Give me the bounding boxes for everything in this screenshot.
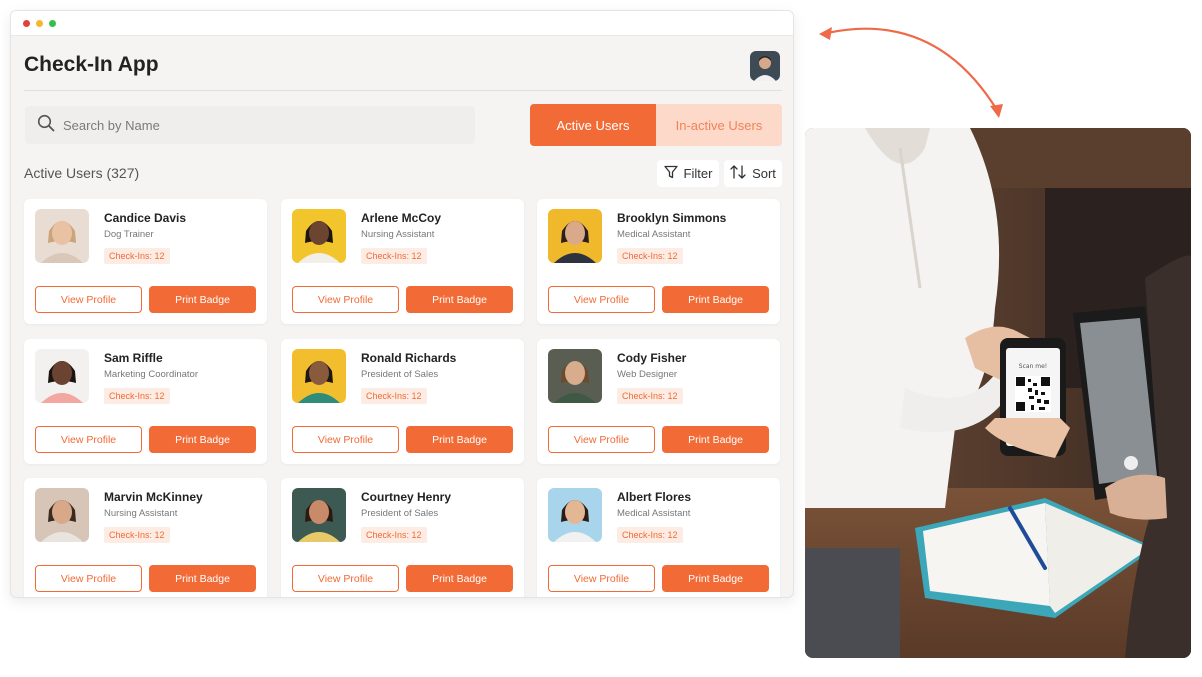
print-badge-button[interactable]: Print Badge [406, 565, 513, 592]
user-role: Marketing Coordinator [104, 369, 198, 380]
user-role: Dog Trainer [104, 229, 154, 240]
close-dot[interactable] [23, 19, 30, 27]
page-title: Check-In App [24, 53, 159, 76]
user-card: Arlene McCoy Nursing Assistant Check-Ins: … [281, 199, 524, 324]
user-role: Nursing Assistant [104, 508, 178, 519]
view-profile-button[interactable]: View Profile [35, 286, 142, 313]
user-role: Web Designer [617, 369, 678, 380]
user-card: Sam Riffle Marketing Coordinator Check-Ins… [24, 339, 267, 464]
header-divider [24, 90, 782, 91]
sort-icon [730, 165, 746, 182]
user-role: Medical Assistant [617, 508, 691, 519]
user-photo [292, 349, 346, 403]
view-profile-button[interactable]: View Profile [292, 565, 399, 592]
print-badge-button[interactable]: Print Badge [662, 426, 769, 453]
print-badge-button[interactable]: Print Badge [406, 426, 513, 453]
search-icon [37, 114, 55, 137]
print-badge-button[interactable]: Print Badge [406, 286, 513, 313]
checkins-badge: Check-Ins: 12 [361, 248, 427, 264]
user-role: Nursing Assistant [361, 229, 435, 240]
user-photo [292, 209, 346, 263]
user-role: Medical Assistant [617, 229, 691, 240]
filter-icon [663, 165, 678, 182]
user-name: Courtney Henry [361, 490, 452, 504]
user-photo [548, 209, 602, 263]
user-card: Cody Fisher Web Designer Check-Ins: 12 View… [537, 339, 780, 464]
stage: Check-In App Active Users In-active User… [0, 0, 1202, 677]
user-photo [548, 349, 602, 403]
user-photo [35, 209, 89, 263]
user-card: Courtney Henry President of Sales Check-In… [281, 478, 524, 597]
user-role: President of Sales [361, 369, 439, 380]
phone-scan-text: Scan me! [1019, 363, 1047, 370]
user-avatar[interactable] [750, 51, 780, 81]
checkins-badge: Check-Ins: 12 [617, 248, 683, 264]
user-photo [35, 488, 89, 542]
print-badge-button[interactable]: Print Badge [149, 426, 256, 453]
user-name: Ronald Richards [361, 351, 457, 365]
checkins-badge: Check-Ins: 12 [104, 248, 170, 264]
user-name: Arlene McCoy [361, 211, 442, 225]
checkins-badge: Check-Ins: 12 [361, 388, 427, 404]
print-badge-button[interactable]: Print Badge [149, 286, 256, 313]
checkins-badge: Check-Ins: 12 [617, 527, 683, 543]
view-profile-button[interactable]: View Profile [548, 286, 655, 313]
maximize-dot[interactable] [49, 19, 56, 27]
user-card: Ronald Richards President of Sales Check-I… [281, 339, 524, 464]
search-bar[interactable] [25, 106, 475, 144]
checkins-badge: Check-Ins: 12 [104, 527, 170, 543]
tab-inactive-users[interactable]: In-active Users [656, 104, 782, 146]
view-profile-button[interactable]: View Profile [548, 565, 655, 592]
user-name: Marvin McKinney [104, 490, 203, 504]
user-card: Marvin McKinney Nursing Assistant Check-In… [24, 478, 267, 597]
filter-label: Filter [683, 166, 713, 181]
checkins-badge: Check-Ins: 12 [104, 388, 170, 404]
user-name: Albert Flores [617, 490, 692, 504]
filter-button[interactable]: Filter [657, 160, 719, 187]
app-window: Check-In App Active Users In-active User… [10, 10, 794, 598]
active-users-count: Active Users (327) [24, 165, 140, 181]
user-card: Albert Flores Medical Assistant Check-Ins:… [537, 478, 780, 597]
view-profile-button[interactable]: View Profile [35, 565, 142, 592]
user-name: Brooklyn Simmons [617, 211, 727, 225]
view-profile-button[interactable]: View Profile [548, 426, 655, 453]
user-card: Brooklyn Simmons Medical Assistant Check-I… [537, 199, 780, 324]
user-photo [35, 349, 89, 403]
minimize-dot[interactable] [36, 19, 43, 27]
print-badge-button[interactable]: Print Badge [662, 286, 769, 313]
print-badge-button[interactable]: Print Badge [662, 565, 769, 592]
user-name: Sam Riffle [104, 351, 163, 365]
user-role: President of Sales [361, 508, 439, 519]
checkins-badge: Check-Ins: 12 [361, 527, 427, 543]
user-card: Candice Davis Dog Trainer Check-Ins: 12 Vie… [24, 199, 267, 324]
print-badge-button[interactable]: Print Badge [149, 565, 256, 592]
tab-active-users[interactable]: Active Users [530, 104, 656, 146]
user-photo [292, 488, 346, 542]
search-input[interactable] [63, 117, 443, 133]
sort-button[interactable]: Sort [724, 160, 782, 187]
view-profile-button[interactable]: View Profile [35, 426, 142, 453]
user-name: Candice Davis [104, 211, 187, 225]
checkins-badge: Check-Ins: 12 [617, 388, 683, 404]
view-profile-button[interactable]: View Profile [292, 286, 399, 313]
curved-arrow-icon [819, 27, 1003, 118]
window-titlebar [11, 11, 793, 36]
user-name: Cody Fisher [617, 351, 687, 365]
user-status-toggle: Active Users In-active Users [530, 104, 782, 146]
view-profile-button[interactable]: View Profile [292, 426, 399, 453]
sort-label: Sort [752, 166, 776, 181]
user-photo [548, 488, 602, 542]
checkin-photo: Scan me! [805, 128, 1191, 658]
